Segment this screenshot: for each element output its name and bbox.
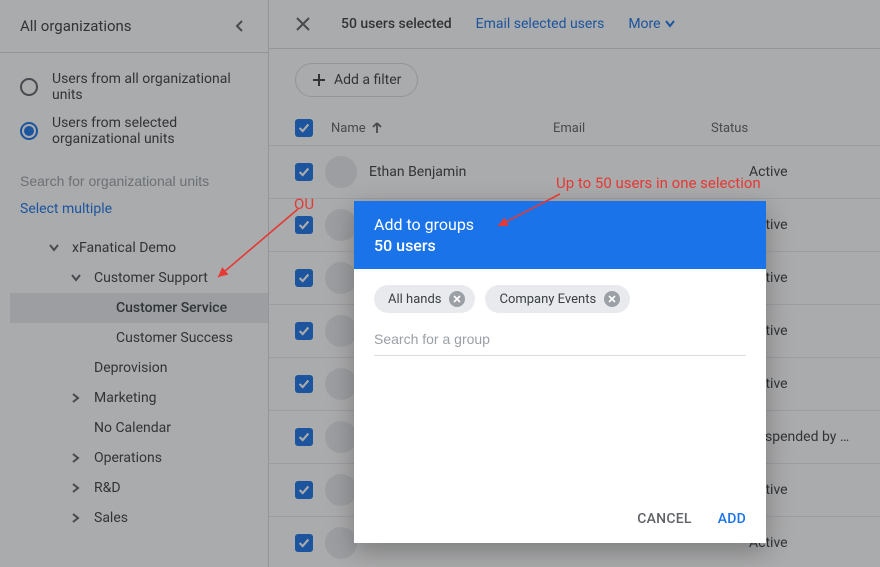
group-chip: All hands — [374, 285, 475, 313]
dialog-subtitle: 50 users — [374, 236, 746, 255]
chip-label: Company Events — [499, 292, 596, 307]
dialog-title: Add to groups — [374, 215, 746, 234]
cancel-button[interactable]: CANCEL — [637, 511, 691, 527]
chip-label: All hands — [388, 292, 441, 307]
remove-chip-icon[interactable] — [604, 291, 620, 307]
remove-chip-icon[interactable] — [449, 291, 465, 307]
group-chip: Company Events — [485, 285, 630, 313]
add-button[interactable]: ADD — [718, 511, 746, 527]
add-to-groups-dialog: Add to groups 50 users All hands Company… — [354, 201, 766, 543]
group-search-input[interactable] — [374, 313, 746, 356]
